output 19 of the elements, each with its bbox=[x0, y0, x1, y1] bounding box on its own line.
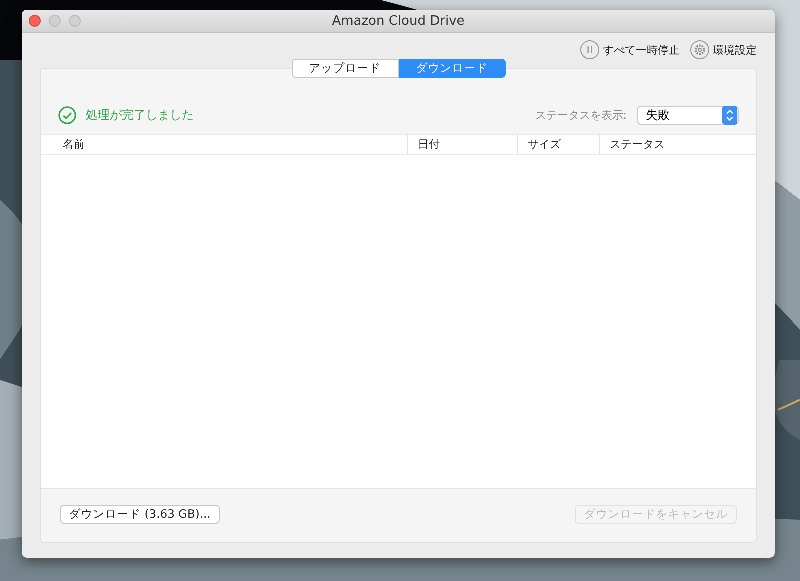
pause-icon bbox=[580, 40, 600, 60]
stepper-icon bbox=[722, 106, 738, 124]
column-header[interactable]: 日付 bbox=[407, 135, 517, 154]
status-message: 処理が完了しました bbox=[86, 106, 195, 124]
settings-icon bbox=[690, 40, 710, 60]
filter-label: ステータスを表示: bbox=[535, 108, 627, 122]
close-button[interactable] bbox=[29, 15, 41, 27]
column-header[interactable]: 名前 bbox=[41, 135, 407, 154]
tab[interactable]: アップロード bbox=[292, 59, 398, 78]
zoom-button[interactable] bbox=[69, 15, 81, 27]
pause-all-button[interactable]: すべて一時停止 bbox=[580, 38, 680, 62]
download-button[interactable]: ダウンロード (3.63 GB)... bbox=[60, 505, 220, 524]
minimize-button[interactable] bbox=[49, 15, 61, 27]
window-title: Amazon Cloud Drive bbox=[332, 14, 465, 28]
status-select[interactable]: 失敗 bbox=[637, 106, 739, 124]
column-header[interactable]: サイズ bbox=[517, 135, 599, 154]
check-circle-icon bbox=[58, 106, 77, 124]
column-header[interactable]: ステータス bbox=[599, 135, 756, 154]
settings-button[interactable]: 環境設定 bbox=[690, 38, 757, 62]
